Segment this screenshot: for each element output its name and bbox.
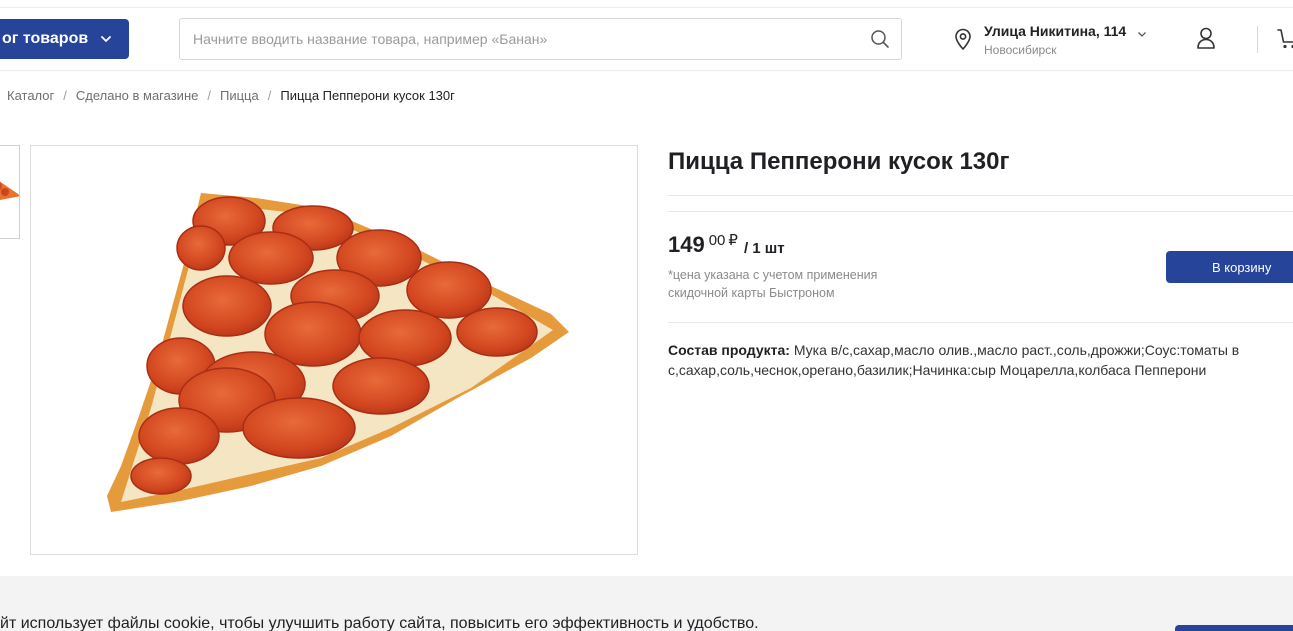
map-pin-icon: [953, 28, 973, 51]
user-icon[interactable]: [1195, 26, 1217, 50]
search-bar: [179, 18, 902, 60]
breadcrumb-separator: /: [63, 88, 67, 103]
chevron-down-icon: [1137, 26, 1147, 37]
breadcrumb-item-made-in-store[interactable]: Сделано в магазине: [76, 88, 198, 103]
add-to-cart-button[interactable]: В корзину: [1166, 251, 1293, 283]
location-city: Новосибирск: [984, 43, 1057, 57]
product-image: [30, 145, 638, 555]
price-note: *цена указана с учетом применения скидоч…: [668, 268, 878, 300]
divider: [668, 195, 1293, 196]
location-street: Улица Никитина, 114: [984, 23, 1127, 39]
search-input[interactable]: [180, 19, 840, 59]
search-icon[interactable]: [870, 29, 890, 49]
chevron-down-icon: [100, 33, 112, 45]
divider: [668, 211, 1293, 212]
breadcrumb-separator: /: [207, 88, 211, 103]
catalog-button-label: ог товаров: [2, 30, 89, 47]
header-divider: [1257, 26, 1258, 53]
breadcrumb-item-catalog[interactable]: Каталог: [7, 88, 54, 103]
composition-label: Состав продукта:: [668, 342, 790, 358]
product-thumbnail[interactable]: [0, 145, 20, 239]
cart-icon[interactable]: [1277, 28, 1293, 50]
price-unit: / 1 шт: [743, 240, 785, 257]
divider: [668, 322, 1293, 323]
product-price: 149 00 ₽ / 1 шт: [668, 232, 785, 258]
site-header: ог товаров Улица Никитина, 114 Новосибир…: [0, 8, 1293, 71]
product-composition: Состав продукта: Мука в/с,сахар,масло ол…: [668, 340, 1293, 380]
cookie-accept-button[interactable]: [1175, 625, 1293, 631]
breadcrumb-item-current: Пицца Пепперони кусок 130г: [280, 88, 455, 103]
cookie-banner: йт использует файлы cookie, чтобы улучши…: [0, 576, 1293, 631]
price-rubles: 149: [668, 232, 705, 257]
breadcrumb-separator: /: [267, 88, 272, 103]
catalog-button[interactable]: ог товаров: [0, 19, 129, 59]
breadcrumb-item-pizza[interactable]: Пицца: [220, 88, 259, 103]
breadcrumb: Каталог / Сделано в магазине / Пицца / П…: [7, 88, 455, 103]
price-kopecks: 00: [708, 232, 726, 249]
cookie-banner-text: йт использует файлы cookie, чтобы улучши…: [0, 615, 759, 631]
price-currency: ₽: [728, 232, 738, 249]
product-title: Пицца Пепперони кусок 130г: [668, 148, 1010, 175]
